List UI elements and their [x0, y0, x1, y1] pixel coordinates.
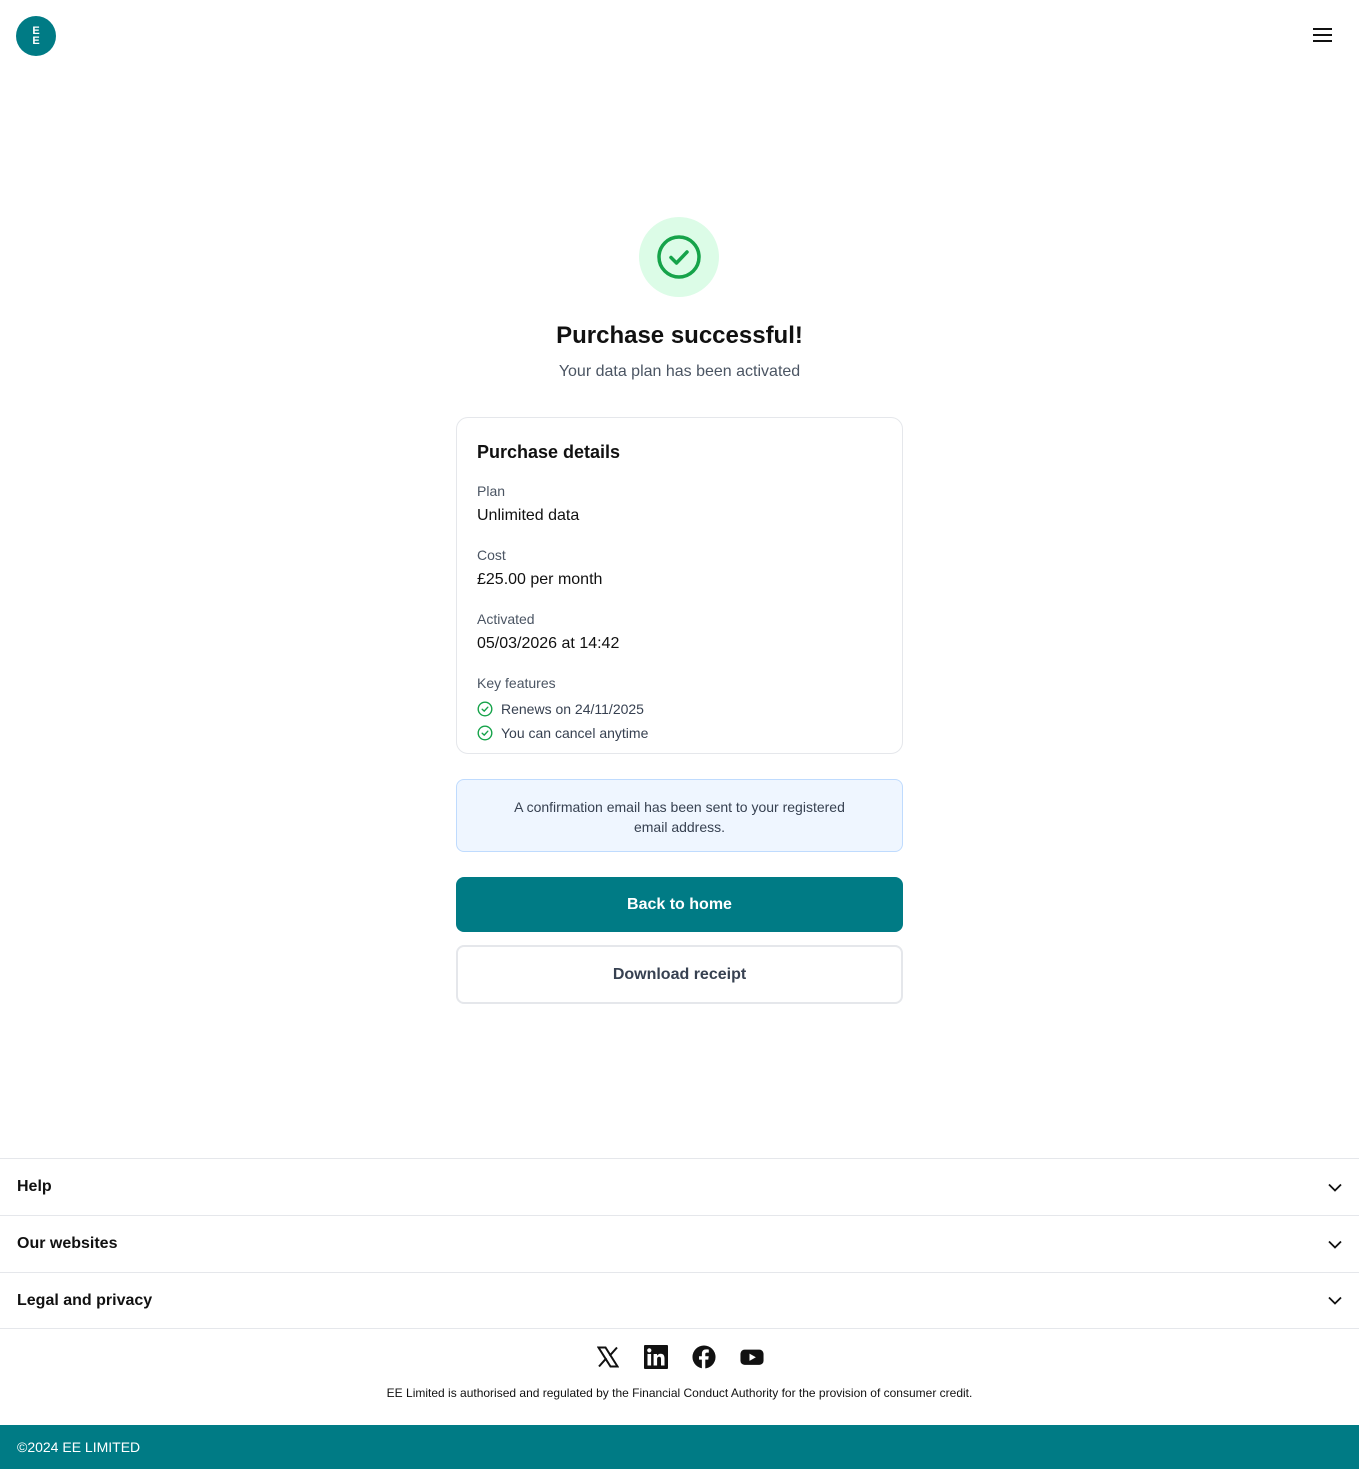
chevron-down-icon — [1328, 1183, 1342, 1192]
chevron-down-icon — [1328, 1296, 1342, 1305]
social-links — [0, 1344, 1359, 1370]
copyright-text: ©2024 EE LIMITED — [17, 1439, 141, 1455]
feature-text: Renews on 24/11/2025 — [501, 701, 644, 717]
check-circle-icon — [477, 725, 493, 741]
back-to-home-button[interactable]: Back to home — [456, 877, 903, 932]
accordion-label: Legal and privacy — [17, 1291, 153, 1309]
plan-label: Plan — [477, 483, 506, 499]
page-title: Purchase successful! — [556, 322, 803, 349]
facebook-icon[interactable] — [691, 1344, 716, 1370]
copyright-bar: ©2024 EE LIMITED — [0, 1425, 1359, 1469]
regulatory-text: EE Limited is authorised and regulated b… — [386, 1386, 973, 1400]
key-features-label: Key features — [477, 675, 556, 691]
feature-item: Renews on 24/11/2025 — [477, 701, 882, 717]
plan-value: Unlimited data — [477, 507, 580, 524]
purchase-details-card: Purchase details Plan Unlimited data Cos… — [456, 417, 903, 754]
download-receipt-button[interactable]: Download receipt — [456, 945, 903, 1004]
page-subtitle: Your data plan has been activated — [558, 363, 801, 380]
success-check-icon — [639, 217, 719, 297]
chevron-down-icon — [1328, 1240, 1342, 1249]
linkedin-icon[interactable] — [643, 1344, 668, 1370]
activated-value: 05/03/2026 at 14:42 — [477, 635, 620, 652]
cost-value: £25.00 per month — [477, 571, 603, 588]
confirmation-notice: A confirmation email has been sent to yo… — [456, 779, 903, 852]
accordion-label: Our websites — [17, 1235, 118, 1252]
accordion-label: Help — [17, 1178, 52, 1195]
logo-letter-2: E — [32, 35, 40, 47]
check-circle-icon — [477, 701, 493, 717]
card-title: Purchase details — [477, 442, 621, 462]
youtube-icon[interactable] — [739, 1344, 764, 1370]
feature-text: You can cancel anytime — [501, 725, 649, 741]
site-header: E E — [0, 0, 1359, 72]
footer-accordion-our-websites[interactable]: Our websites — [0, 1215, 1359, 1272]
activated-label: Activated — [477, 611, 535, 627]
footer-accordion-help[interactable]: Help — [0, 1158, 1359, 1215]
feature-item: You can cancel anytime — [477, 725, 882, 741]
x-icon[interactable] — [596, 1344, 620, 1370]
footer-accordion-legal-privacy[interactable]: Legal and privacy — [0, 1272, 1359, 1329]
ee-logo[interactable]: E E — [16, 16, 56, 56]
hamburger-menu-icon[interactable] — [1313, 28, 1333, 44]
cost-label: Cost — [477, 547, 506, 563]
